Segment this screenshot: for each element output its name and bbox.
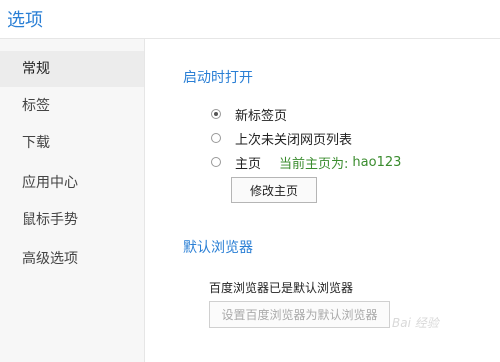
current-homepage-label: 当前主页为:	[279, 156, 349, 172]
sidebar-item-tabs[interactable]: 标签	[0, 88, 144, 124]
startup-option-last-session[interactable]: 上次未关闭网页列表	[211, 129, 353, 148]
baidu-jingyan-watermark: Bai 经验	[392, 316, 439, 330]
page-title: 选项	[7, 10, 43, 31]
radio-unchecked-icon[interactable]	[211, 133, 221, 143]
startup-option-homepage[interactable]: 主页 当前主页为: hao123	[211, 153, 402, 172]
startup-section-title: 启动时打开	[183, 70, 253, 86]
sidebar: 常规 标签 下载 应用中心 鼠标手势 高级选项	[0, 39, 145, 362]
sidebar-item-app-center[interactable]: 应用中心	[0, 165, 144, 201]
sidebar-item-general[interactable]: 常规	[0, 51, 144, 87]
set-default-browser-button[interactable]: 设置百度浏览器为默认浏览器	[209, 301, 390, 328]
current-homepage-value: hao123	[352, 154, 402, 170]
sidebar-item-mouse-gestures[interactable]: 鼠标手势	[0, 202, 144, 238]
settings-content: 启动时打开 新标签页 上次未关闭网页列表 主页 当前主页为: hao123 修改…	[145, 39, 500, 362]
change-homepage-button[interactable]: 修改主页	[231, 177, 317, 203]
window-header: 选项	[0, 0, 500, 39]
option-label: 主页	[235, 156, 262, 172]
startup-option-new-tab[interactable]: 新标签页	[211, 105, 288, 124]
radio-checked-icon[interactable]	[211, 109, 221, 119]
option-label: 上次未关闭网页列表	[235, 132, 353, 148]
default-browser-status: 百度浏览器已是默认浏览器	[209, 281, 354, 295]
radio-unchecked-icon[interactable]	[211, 157, 221, 167]
sidebar-item-downloads[interactable]: 下载	[0, 125, 144, 161]
default-browser-section-title: 默认浏览器	[183, 240, 253, 256]
sidebar-item-advanced[interactable]: 高级选项	[0, 241, 144, 277]
option-label: 新标签页	[235, 108, 288, 124]
